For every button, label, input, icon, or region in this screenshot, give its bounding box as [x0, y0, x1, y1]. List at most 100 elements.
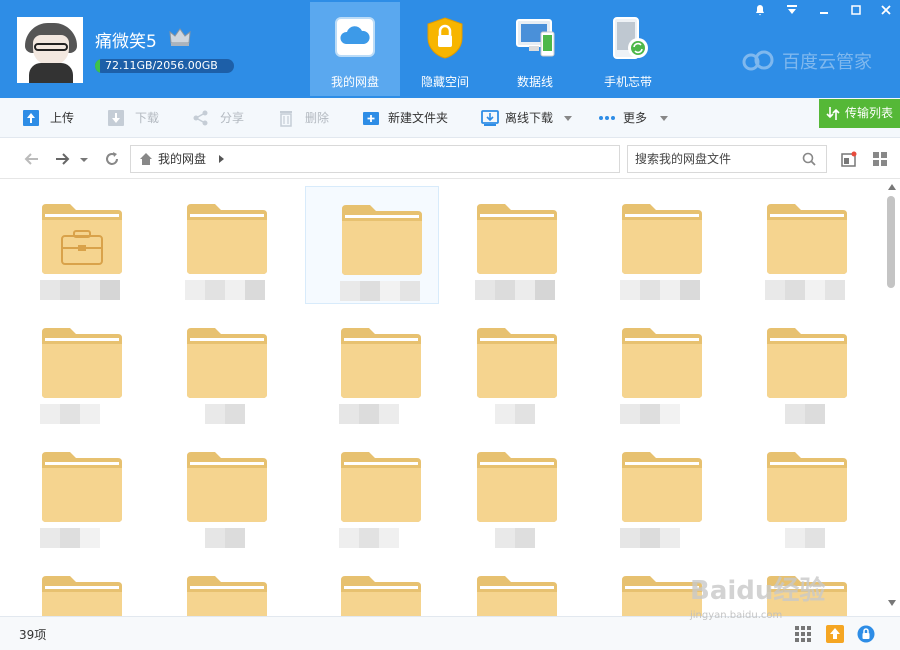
file-name-blurred: [339, 528, 359, 548]
toolbar: 上传 下载 分享 删除 新建文件夹 离线下载 更多: [0, 98, 900, 138]
file-name-blurred: [785, 404, 805, 424]
file-name-blurred: [660, 404, 680, 424]
address-bar: 我的网盘: [0, 139, 900, 179]
back-arrow-icon[interactable]: [24, 151, 40, 167]
folder-item[interactable]: [6, 434, 140, 552]
chevron-right-icon[interactable]: [219, 155, 224, 163]
delete-label: 删除: [305, 111, 330, 125]
folder-item[interactable]: [305, 310, 439, 428]
folder-item[interactable]: [731, 186, 865, 304]
folder-item[interactable]: [305, 434, 439, 552]
folder-item[interactable]: [151, 434, 285, 552]
folder-icon: [477, 576, 557, 616]
folder-icon: [767, 204, 847, 274]
chevron-down-icon: [564, 116, 572, 121]
scrollbar[interactable]: [884, 180, 900, 616]
new-folder-button[interactable]: 新建文件夹: [362, 108, 457, 128]
folder-item[interactable]: [586, 186, 720, 304]
more-button[interactable]: 更多: [598, 108, 673, 128]
search-box: [627, 145, 827, 173]
delete-button[interactable]: 删除: [277, 108, 337, 128]
folder-item[interactable]: [6, 310, 140, 428]
scroll-up-icon[interactable]: [888, 184, 896, 190]
username[interactable]: 痛微笑5: [95, 27, 157, 52]
folder-item[interactable]: [731, 434, 865, 552]
folder-item[interactable]: [586, 310, 720, 428]
close-icon: [881, 5, 891, 15]
file-name-blurred: [785, 280, 805, 300]
more-dots-icon: [599, 116, 615, 120]
quota-bar: 72.11GB/2056.00GB: [95, 59, 234, 73]
folder-icon: [341, 328, 421, 398]
more-label: 更多: [623, 111, 648, 125]
file-name-blurred: [80, 404, 100, 424]
file-name-blurred: [60, 280, 80, 300]
share-label: 分享: [220, 111, 245, 125]
scroll-thumb[interactable]: [887, 196, 895, 288]
upload-button[interactable]: 上传: [22, 108, 82, 128]
forward-arrow-icon[interactable]: [54, 151, 70, 167]
download-button[interactable]: 下载: [107, 108, 167, 128]
file-name-blurred: [535, 280, 555, 300]
share-button[interactable]: 分享: [192, 108, 252, 128]
folder-icon: [42, 328, 122, 398]
tab-data-cable[interactable]: 数据线: [490, 2, 580, 96]
search-input[interactable]: [628, 146, 798, 172]
breadcrumb-item[interactable]: 我的网盘: [158, 146, 206, 172]
folder-icon: [187, 328, 267, 398]
file-name-blurred: [825, 280, 845, 300]
avatar[interactable]: [17, 17, 83, 83]
folder-item[interactable]: [6, 186, 140, 304]
folder-item[interactable]: [441, 558, 575, 616]
folder-icon: [477, 328, 557, 398]
refresh-icon[interactable]: [104, 151, 120, 167]
file-name-blurred: [515, 404, 535, 424]
notification-button[interactable]: [746, 0, 776, 20]
grid-view-icon[interactable]: [872, 151, 888, 167]
file-grid: [0, 180, 884, 616]
folder-item[interactable]: [305, 186, 439, 304]
tab-phone-forgot[interactable]: 手机忘带: [583, 2, 673, 96]
close-button[interactable]: [872, 0, 900, 20]
folder-item[interactable]: [151, 558, 285, 616]
lock-status-icon[interactable]: [857, 625, 875, 643]
offline-download-button[interactable]: 离线下载: [481, 108, 576, 128]
folder-item[interactable]: [151, 186, 285, 304]
quota-fill: [95, 59, 100, 73]
folder-icon: [187, 204, 267, 274]
tab-my-disk[interactable]: 我的网盘: [310, 2, 400, 96]
folder-item[interactable]: [441, 186, 575, 304]
folder-item[interactable]: [441, 434, 575, 552]
dropdown-menu-icon: [787, 5, 797, 14]
file-name-blurred: [380, 281, 400, 301]
file-name-blurred: [660, 280, 680, 300]
quota-text: 72.11GB/2056.00GB: [105, 59, 218, 72]
file-name-blurred: [805, 280, 825, 300]
tab-label: 数据线: [516, 75, 553, 89]
file-name-blurred: [60, 528, 80, 548]
tab-hidden-space[interactable]: 隐藏空间: [400, 2, 490, 96]
baidu-cloud-logo-icon: [742, 50, 774, 71]
menu-button[interactable]: [778, 0, 808, 20]
folder-item[interactable]: [441, 310, 575, 428]
home-icon: [140, 153, 152, 165]
folder-item[interactable]: [151, 310, 285, 428]
search-icon[interactable]: [802, 152, 816, 166]
file-name-blurred: [100, 280, 120, 300]
item-count: 39项: [19, 628, 47, 642]
folder-item[interactable]: [6, 558, 140, 616]
folder-item[interactable]: [586, 434, 720, 552]
file-name-blurred: [40, 528, 60, 548]
breadcrumb[interactable]: 我的网盘: [130, 145, 620, 173]
file-name-blurred: [340, 281, 360, 301]
transfer-list-button[interactable]: 传输列表: [819, 99, 900, 128]
folder-item[interactable]: [731, 310, 865, 428]
thumbnail-view-icon[interactable]: [841, 151, 857, 167]
devices-icon: [516, 19, 555, 57]
history-dropdown-icon[interactable]: [79, 151, 89, 167]
folder-item[interactable]: [305, 558, 439, 616]
maximize-button[interactable]: [842, 0, 872, 20]
scroll-down-icon[interactable]: [888, 600, 896, 606]
file-name-blurred: [379, 404, 399, 424]
minimize-button[interactable]: [810, 0, 840, 20]
